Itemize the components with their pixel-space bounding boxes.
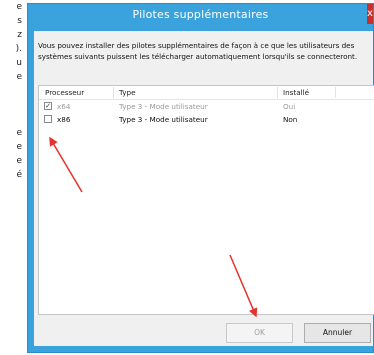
arrow-to-checkbox	[49, 136, 83, 193]
annotation-arrows	[49, 136, 258, 318]
arrow-to-ok-button	[229, 254, 258, 318]
